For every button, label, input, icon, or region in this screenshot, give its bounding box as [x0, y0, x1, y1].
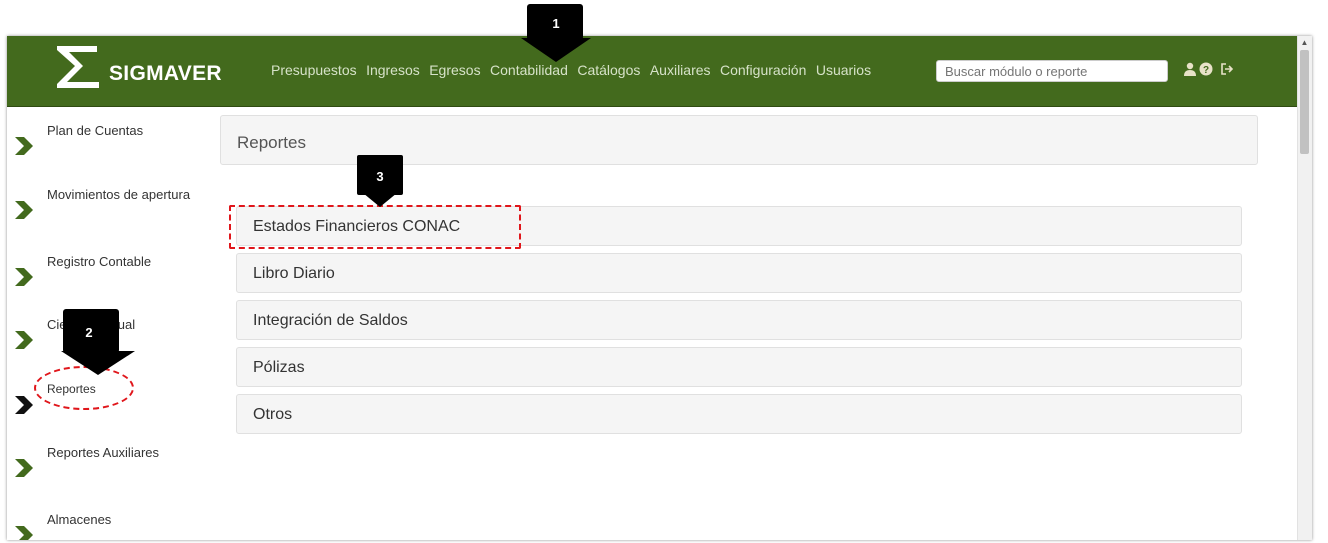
- menu-item-presupuestos[interactable]: Presupuestos: [271, 62, 357, 78]
- callout-2: 2: [61, 309, 135, 375]
- sidebar-item-almacenes[interactable]: Almacenes: [7, 512, 197, 540]
- report-polizas[interactable]: Pólizas: [236, 347, 1242, 387]
- main-menu: Presupuestos Ingresos Egresos Contabilid…: [271, 62, 876, 84]
- sidebar-item-movimientos-de-apertura[interactable]: Movimientos de apertura: [7, 187, 197, 219]
- callout-number: 2: [85, 325, 92, 340]
- highlight-box-conac: [229, 205, 521, 249]
- sidebar-item-label: Movimientos de apertura: [47, 187, 191, 202]
- report-label: Libro Diario: [253, 265, 335, 282]
- callout-number: 3: [376, 169, 383, 184]
- sidebar-item-label: Registro Contable: [47, 254, 152, 269]
- chevron-right-icon: [15, 459, 33, 477]
- logout-icon[interactable]: [1220, 62, 1234, 81]
- search-input[interactable]: [936, 60, 1168, 82]
- help-icon[interactable]: ?: [1199, 62, 1213, 81]
- report-label: Pólizas: [253, 359, 305, 376]
- brand-name: SIGMAVER: [109, 62, 222, 85]
- menu-item-configuracion[interactable]: Configuración: [720, 62, 806, 78]
- menu-item-contabilidad[interactable]: Contabilidad: [490, 62, 568, 78]
- sidebar-item-label: Almacenes: [47, 512, 112, 527]
- menu-item-egresos[interactable]: Egresos: [429, 62, 480, 78]
- menu-item-auxiliares[interactable]: Auxiliares: [650, 62, 711, 78]
- browser-window: SIGMAVER Presupuestos Ingresos Egresos C…: [7, 36, 1312, 540]
- chevron-right-icon: [15, 268, 33, 286]
- sidebar-item-reportes-auxiliares[interactable]: Reportes Auxiliares: [7, 445, 197, 477]
- scroll-up-arrow-icon[interactable]: ▲: [1297, 36, 1312, 50]
- sidebar-item-label: Reportes Auxiliares: [47, 445, 159, 460]
- menu-item-usuarios[interactable]: Usuarios: [816, 62, 871, 78]
- sidebar-item-plan-de-cuentas[interactable]: Plan de Cuentas: [7, 123, 197, 155]
- report-libro-diario[interactable]: Libro Diario: [236, 253, 1242, 293]
- sigma-logo-icon: [57, 46, 99, 88]
- chevron-right-icon: [15, 331, 33, 349]
- top-navbar: SIGMAVER Presupuestos Ingresos Egresos C…: [7, 36, 1312, 107]
- report-label: Integración de Saldos: [253, 312, 408, 329]
- page-title: Reportes: [237, 133, 306, 152]
- chevron-right-icon: [15, 526, 33, 540]
- chevron-right-icon: [15, 137, 33, 155]
- sidebar-item-registro-contable[interactable]: Registro Contable: [7, 254, 197, 286]
- app-logo[interactable]: SIGMAVER: [53, 42, 233, 94]
- callout-number: 1: [552, 16, 559, 31]
- svg-text:?: ?: [1203, 65, 1209, 76]
- chevron-right-icon: [15, 396, 33, 414]
- report-integracion-de-saldos[interactable]: Integración de Saldos: [236, 300, 1242, 340]
- sidebar-item-label: Plan de Cuentas: [47, 123, 144, 138]
- user-icon[interactable]: [1184, 62, 1196, 81]
- report-otros[interactable]: Otros: [236, 394, 1242, 434]
- callout-3: 3: [357, 155, 403, 207]
- menu-item-catalogos[interactable]: Catálogos: [577, 62, 640, 78]
- scrollbar-thumb[interactable]: [1300, 50, 1309, 154]
- report-label: Otros: [253, 406, 293, 423]
- chevron-right-icon: [15, 201, 33, 219]
- callout-1: 1: [521, 4, 591, 62]
- menu-item-ingresos[interactable]: Ingresos: [366, 62, 420, 78]
